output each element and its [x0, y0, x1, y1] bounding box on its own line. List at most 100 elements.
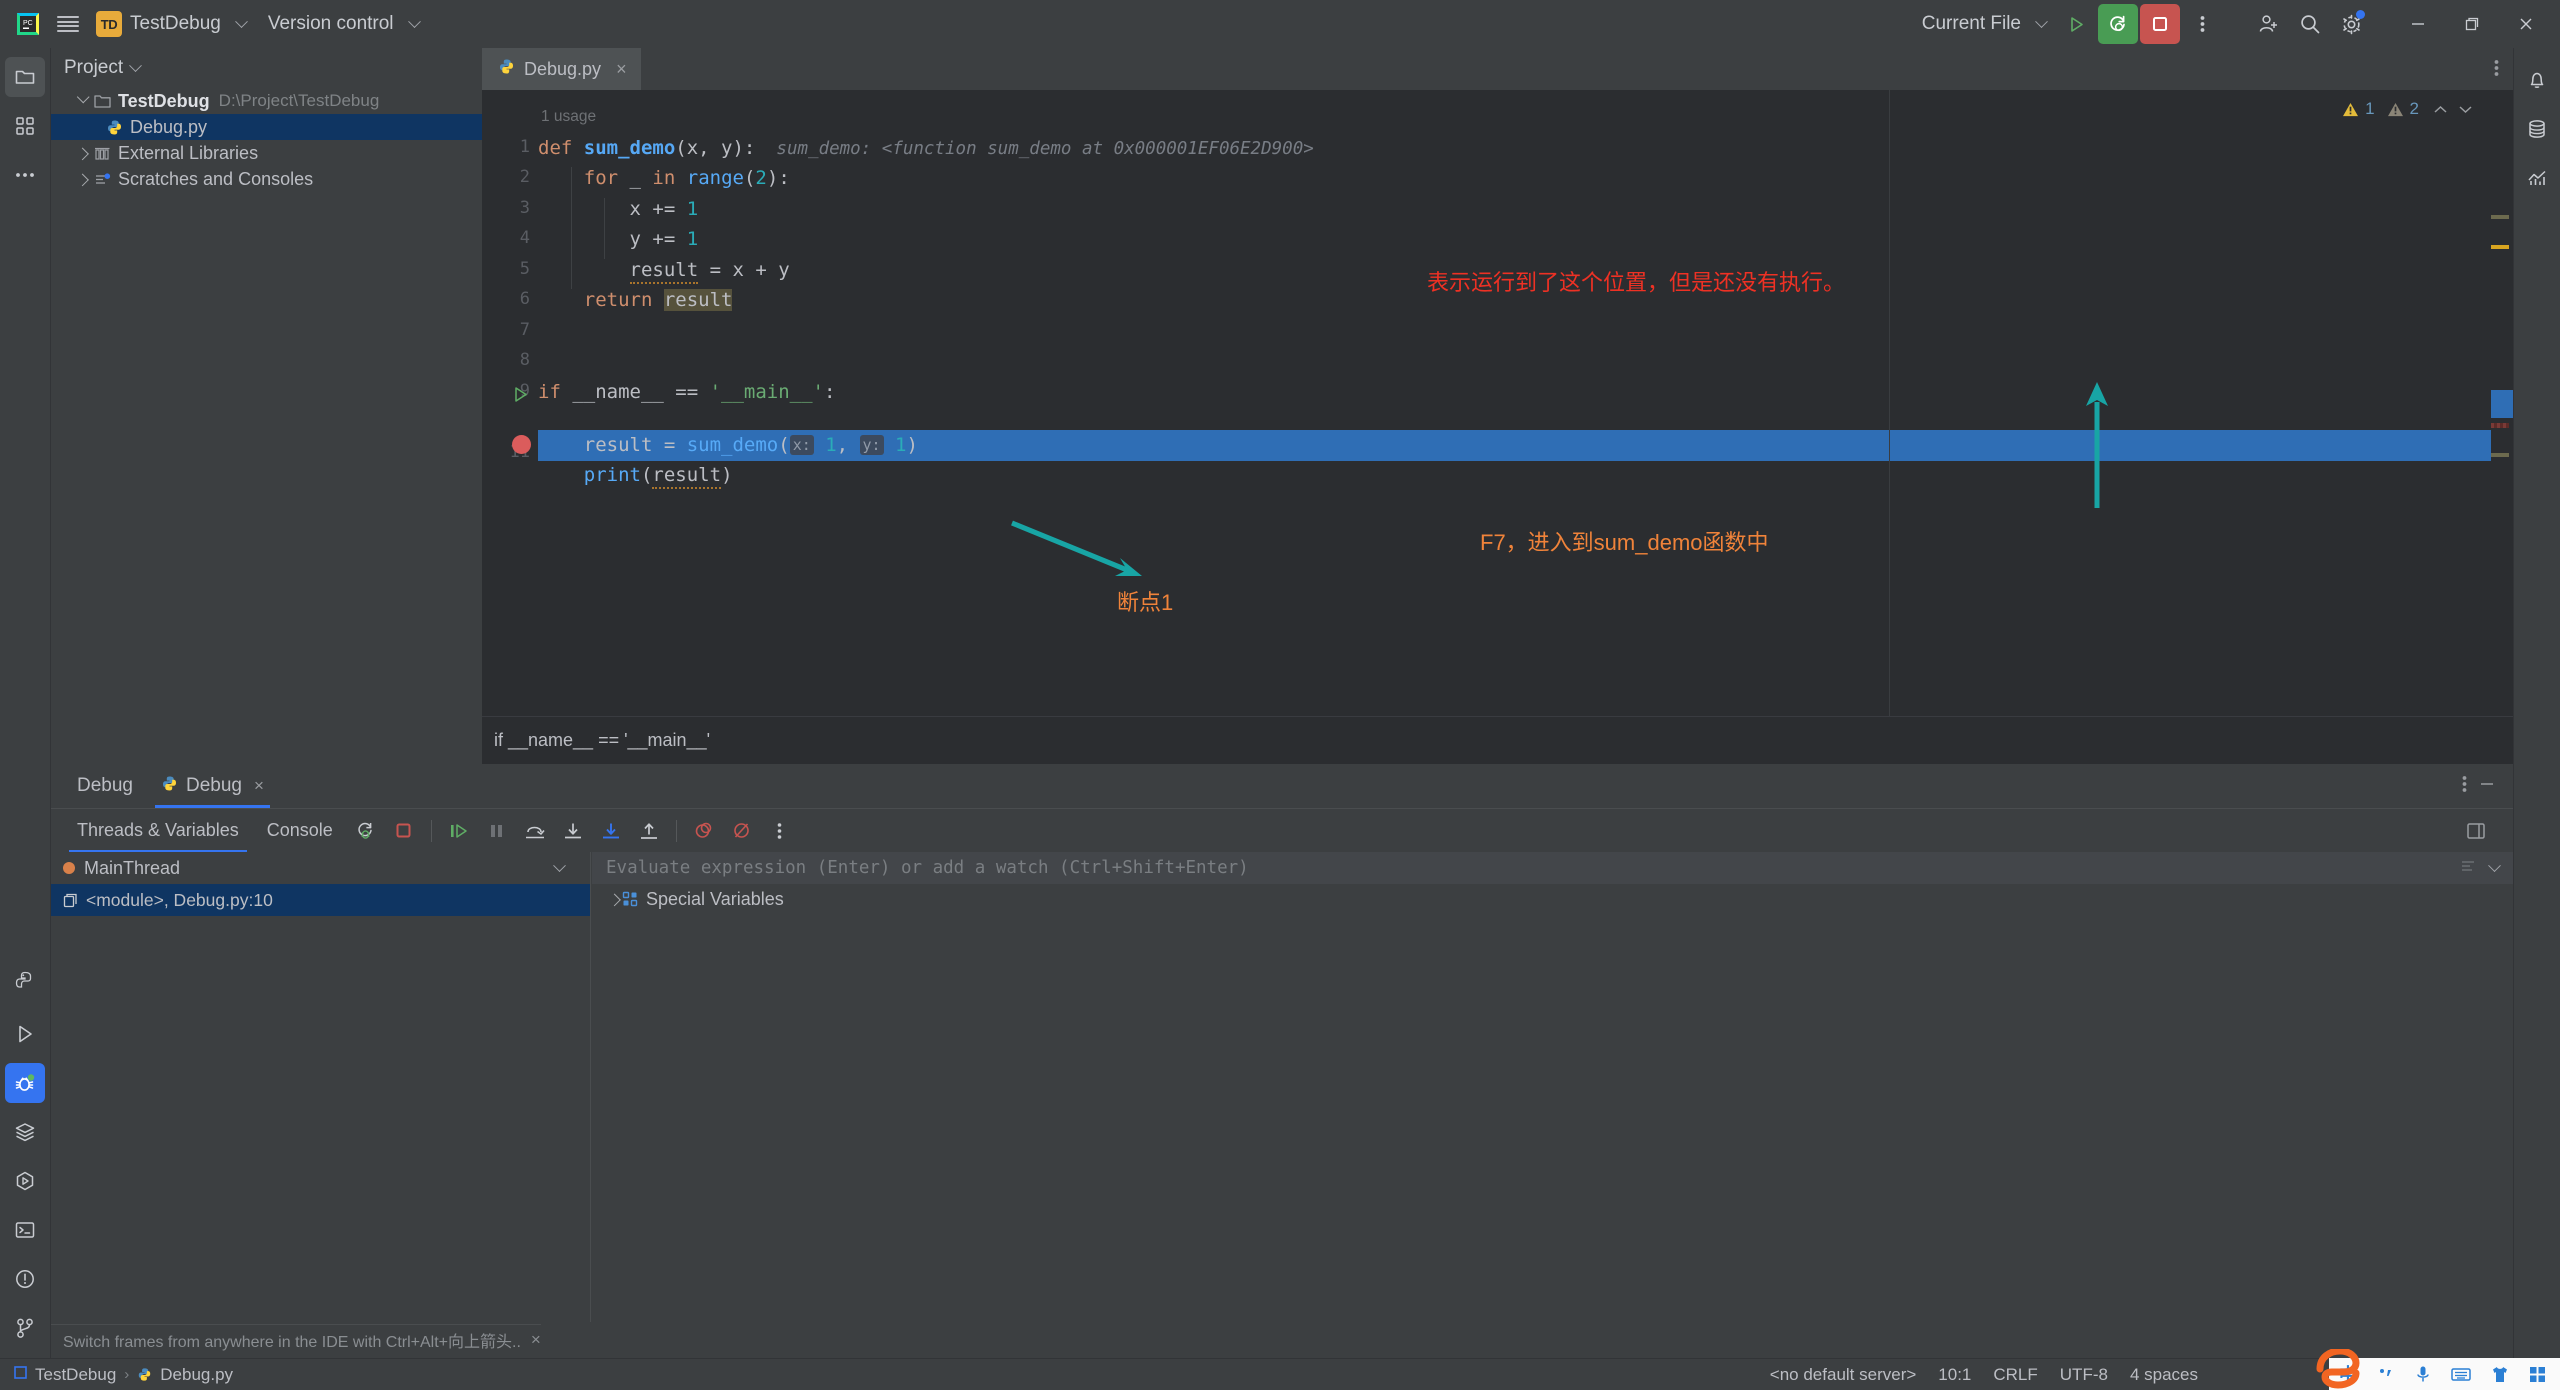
stop-button[interactable] — [2140, 4, 2180, 44]
tab-threads-and-variables[interactable]: Threads & Variables — [63, 809, 253, 853]
force-step-into-icon[interactable] — [594, 814, 628, 848]
version-control-icon[interactable] — [5, 1308, 45, 1348]
tree-item-debug-py[interactable]: Debug.py — [51, 114, 482, 140]
pycharm-logo-icon[interactable]: PC — [8, 4, 48, 44]
rerun-debug-button[interactable] — [2098, 4, 2138, 44]
minimize-icon[interactable] — [2392, 1, 2444, 47]
hamburger-menu-icon[interactable] — [48, 4, 88, 44]
status-breadcrumb-project[interactable]: TestDebug — [35, 1365, 116, 1385]
step-over-icon[interactable] — [518, 814, 552, 848]
pause-program-icon[interactable] — [480, 814, 514, 848]
chevron-down-icon[interactable] — [553, 858, 566, 872]
chevron-down-icon[interactable] — [73, 95, 91, 107]
thread-label: MainThread — [84, 857, 181, 878]
editor-gutter[interactable]: 1 2 3 4 5 6 7 8 9 11 — [482, 90, 538, 716]
chevron-right-icon[interactable] — [73, 173, 91, 185]
chevron-right-icon[interactable] — [73, 147, 91, 159]
tree-item-scratches-and-consoles[interactable]: Scratches and Consoles — [51, 166, 482, 192]
line-number: 3 — [519, 198, 530, 218]
evaluate-expression-input[interactable]: Evaluate expression (Enter) or add a wat… — [592, 852, 2513, 884]
punctuation-icon[interactable] — [2377, 1366, 2395, 1382]
close-icon[interactable] — [2500, 1, 2552, 47]
services-icon[interactable] — [5, 1112, 45, 1152]
python-console-icon[interactable] — [5, 1161, 45, 1201]
project-selector[interactable]: TD TestDebug — [88, 6, 254, 42]
debug-tool-window: Debug Debug × Threads & Variables Consol… — [51, 764, 2513, 1358]
notifications-bell-icon[interactable] — [2517, 60, 2557, 100]
database-icon[interactable] — [2517, 109, 2557, 149]
tree-item-external-libraries[interactable]: External Libraries — [51, 140, 482, 166]
evaluate-history-icon[interactable] — [2460, 858, 2476, 878]
microphone-icon[interactable] — [2415, 1365, 2431, 1383]
keyboard-icon[interactable] — [2451, 1367, 2471, 1382]
view-breakpoints-icon[interactable] — [725, 814, 759, 848]
close-icon[interactable]: × — [616, 60, 627, 78]
toolbox-icon[interactable] — [2529, 1366, 2546, 1383]
problems-icon[interactable] — [5, 1259, 45, 1299]
close-icon[interactable]: × — [531, 1330, 541, 1350]
usage-hint[interactable]: 1 usage — [541, 102, 596, 133]
run-gutter-icon[interactable] — [513, 386, 529, 408]
status-default-server[interactable]: <no default server> — [1770, 1365, 1916, 1385]
more-vertical-icon[interactable] — [2462, 774, 2467, 799]
editor-breadcrumb[interactable]: if __name__ == '__main__' — [482, 716, 2513, 764]
skin-icon[interactable] — [2491, 1366, 2509, 1383]
debug-tab-session[interactable]: Debug × — [147, 764, 278, 808]
chevron-down-icon[interactable] — [129, 58, 143, 72]
run-tool-icon[interactable] — [5, 1014, 45, 1054]
status-line-separator[interactable]: CRLF — [1993, 1365, 2037, 1385]
maximize-icon[interactable] — [2446, 1, 2498, 47]
debug-tool-icon[interactable] — [5, 1063, 45, 1103]
status-indent[interactable]: 4 spaces — [2130, 1365, 2198, 1385]
profiler-icon[interactable] — [2517, 158, 2557, 198]
more-vertical-icon[interactable] — [763, 814, 797, 848]
search-icon[interactable] — [2290, 4, 2330, 44]
project-tool-window: Project TestDebug D:\Project\TestDebug D… — [51, 48, 482, 764]
more-vertical-icon[interactable] — [2182, 4, 2222, 44]
editor-inspections-widget[interactable]: 1 2 — [2342, 99, 2473, 119]
gear-icon[interactable] — [2332, 4, 2372, 44]
editor-scrollbar-markers[interactable] — [2491, 90, 2513, 716]
minimize-icon[interactable] — [2479, 776, 2495, 797]
rerun-debug-icon[interactable] — [349, 814, 383, 848]
frame-row-module[interactable]: <module>, Debug.py:10 — [51, 884, 590, 916]
more-tools-icon[interactable] — [5, 155, 45, 195]
stop-icon[interactable] — [387, 814, 421, 848]
more-vertical-icon[interactable] — [2494, 58, 2499, 83]
project-panel-title[interactable]: Project — [64, 57, 123, 79]
code-editor[interactable]: 1 2 3 4 5 6 7 8 9 11 1 usage def sum_dem… — [482, 90, 2513, 716]
chevron-right-icon[interactable] — [606, 893, 622, 905]
resume-program-icon[interactable] — [442, 814, 476, 848]
chevron-down-icon[interactable] — [2458, 104, 2473, 115]
status-encoding[interactable]: UTF-8 — [2060, 1365, 2108, 1385]
settings-notification-dot — [2356, 10, 2365, 19]
thread-row-mainthread[interactable]: MainThread — [51, 852, 590, 884]
python-packages-icon[interactable] — [5, 961, 45, 1001]
tree-item-label: External Libraries — [118, 142, 259, 163]
version-control-menu[interactable]: Version control — [254, 8, 427, 40]
run-button[interactable] — [2056, 4, 2096, 44]
account-add-icon[interactable] — [2248, 4, 2288, 44]
editor-tab-debug-py[interactable]: Debug.py × — [482, 48, 641, 90]
chevron-down-icon[interactable] — [2488, 858, 2501, 872]
status-breadcrumb-file[interactable]: Debug.py — [160, 1365, 233, 1385]
project-tool-icon[interactable] — [5, 57, 45, 97]
terminal-icon[interactable] — [5, 1210, 45, 1250]
structure-tool-icon[interactable] — [5, 106, 45, 146]
sogou-logo-icon[interactable] — [2316, 1349, 2360, 1389]
breakpoint-icon[interactable] — [512, 435, 531, 454]
mute-breakpoints-icon[interactable] — [687, 814, 721, 848]
step-out-icon[interactable] — [632, 814, 666, 848]
close-icon[interactable]: × — [254, 776, 264, 796]
variable-row-special-variables[interactable]: Special Variables — [592, 884, 2513, 914]
layout-settings-icon[interactable] — [2459, 814, 2493, 848]
debug-tab-primary[interactable]: Debug — [63, 764, 147, 808]
special-vars-icon — [622, 891, 638, 907]
step-into-icon[interactable] — [556, 814, 590, 848]
tree-item-testdebug[interactable]: TestDebug D:\Project\TestDebug — [51, 88, 482, 114]
chevron-up-icon[interactable] — [2433, 104, 2448, 115]
tab-console[interactable]: Console — [253, 809, 347, 853]
run-configuration-selector[interactable]: Current File — [1908, 4, 2054, 44]
project-name-label: TestDebug — [130, 13, 221, 34]
status-caret-position[interactable]: 10:1 — [1938, 1365, 1971, 1385]
